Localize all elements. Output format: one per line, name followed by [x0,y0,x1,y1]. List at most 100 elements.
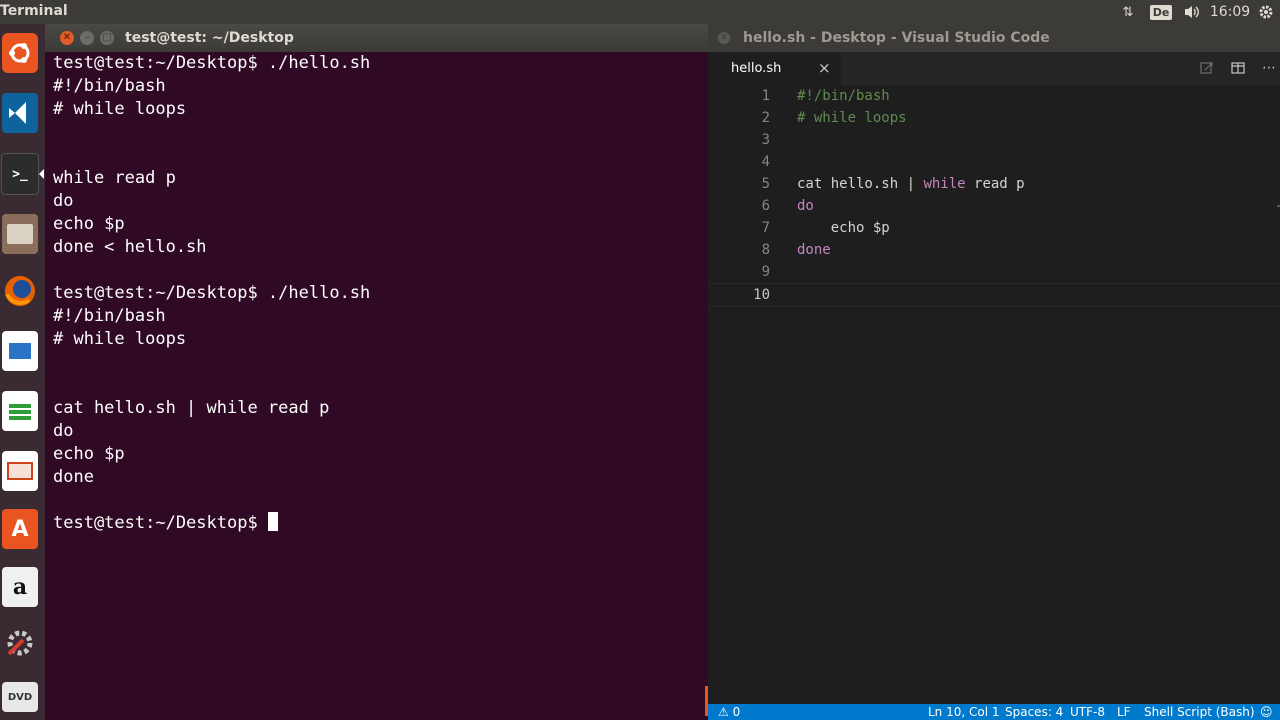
status-bar: ⚠ 0 Ln 10, Col 1 Spaces: 4 UTF-8 LF Shel… [708,704,1280,720]
terminal-line: cat hello.sh | while read p [53,398,330,418]
tab-close-icon[interactable]: × [818,59,831,77]
code-line: 5 cat hello.sh | while read p [708,173,1280,195]
tab-hello-sh[interactable]: hello.sh × [708,52,841,85]
settings-gear-icon[interactable] [1256,0,1276,24]
cursor-position[interactable]: Ln 10, Col 1 [928,705,1000,719]
line-number: 1 [761,88,770,104]
terminal-line: test@test:~/Desktop$ ./hello.sh [53,53,371,73]
firefox-icon[interactable] [0,268,40,314]
text-cursor [267,512,278,531]
terminal-line: test@test:~/Desktop$ ./hello.sh [53,283,371,303]
terminal-line: do [53,421,74,441]
keyword-token: while [923,176,966,192]
terminal-line: # while loops [53,99,187,119]
close-icon[interactable]: ✕ [718,32,730,44]
terminal-line: #!/bin/bash [53,76,166,96]
dvd-icon[interactable]: DVD [0,674,40,720]
language-mode[interactable]: Shell Script (Bash) [1144,705,1255,719]
software-center-icon[interactable]: A [0,506,40,552]
vscode-icon[interactable] [0,90,40,136]
keyboard-layout-icon[interactable]: De [1149,0,1173,24]
line-number: 7 [761,220,770,236]
maximize-icon[interactable]: □ [100,31,114,45]
code-line: 6 do [708,195,1280,217]
code-line: 4 [708,151,1280,173]
tab-label: hello.sh [731,61,782,76]
line-number: 8 [761,242,770,258]
amazon-icon[interactable]: a [0,564,40,610]
indentation-setting[interactable]: Spaces: 4 [1005,705,1063,719]
code-text: # while loops [797,110,907,126]
minimize-icon[interactable]: – [80,31,94,45]
ubuntu-dash-icon[interactable] [0,30,40,76]
editor-tabbar: hello.sh × ⋯ [708,52,1280,85]
line-number: 4 [761,154,770,170]
code-line: 8 done [708,239,1280,261]
current-code-line: 10 [708,283,1280,307]
terminal-prompt-line[interactable]: test@test:~/Desktop$ [53,512,703,535]
vscode-window[interactable]: ✕ hello.sh - Desktop - Visual Studio Cod… [708,24,1280,720]
file-encoding[interactable]: UTF-8 [1070,705,1105,719]
files-icon[interactable] [0,211,40,257]
code-line: 7 echo $p [708,217,1280,239]
code-editor[interactable]: 1 #!/bin/bash 2 # while loops 3 4 5 cat … [708,85,1280,712]
terminal-window[interactable]: ✕ – □ test@test: ~/Desktop test@test:~/D… [45,24,708,720]
terminal-line: echo $p [53,214,125,234]
open-changes-icon[interactable] [1197,58,1217,78]
terminal-line: while read p [53,168,176,188]
system-settings-icon[interactable] [0,620,40,666]
code-text: echo $p [797,220,890,236]
line-number: 6 [761,198,770,214]
terminal-prompt: test@test:~/Desktop$ [53,513,268,533]
code-line: 3 [708,129,1280,151]
launcher: >_ A a DVD [0,24,46,720]
close-icon[interactable]: ✕ [60,31,74,45]
problems-indicator[interactable]: ⚠ 0 [718,705,740,719]
libreoffice-calc-icon[interactable] [0,388,40,434]
libreoffice-impress-icon[interactable] [0,448,40,494]
code-text: done [797,242,831,258]
active-indicator-icon [39,169,44,179]
terminal-line: echo $p [53,444,125,464]
active-app-title: Terminal [0,3,68,19]
top-panel: Terminal ⇅ De 16:09 [0,0,1280,24]
terminal-line: done < hello.sh [53,237,207,257]
vscode-titlebar[interactable]: ✕ hello.sh - Desktop - Visual Studio Cod… [708,24,1280,52]
code-line: 1 #!/bin/bash [708,85,1280,107]
terminal-line: done [53,467,94,487]
terminal-title: test@test: ~/Desktop [125,30,294,46]
code-text: do [797,198,814,214]
vscode-title: hello.sh - Desktop - Visual Studio Code [743,30,1050,46]
feedback-smiley-icon[interactable]: ☺ [1260,705,1273,719]
code-text: cat hello.sh | while read p [797,173,1025,195]
code-token: read p [965,176,1025,192]
terminal-launcher-icon[interactable]: >_ [0,151,44,197]
line-number: 10 [753,287,770,303]
split-editor-icon[interactable] [1228,58,1248,78]
libreoffice-writer-icon[interactable] [0,328,40,374]
code-text: #!/bin/bash [797,88,890,104]
clock[interactable]: 16:09 [1208,0,1252,24]
line-number: 5 [761,176,770,192]
terminal-titlebar[interactable]: ✕ – □ test@test: ~/Desktop [45,24,708,52]
line-number: 2 [761,110,770,126]
code-token: cat hello.sh | [797,176,924,192]
network-icon[interactable]: ⇅ [1116,0,1140,24]
line-number: 9 [761,264,770,280]
more-actions-icon[interactable]: ⋯ [1259,58,1279,78]
end-of-line[interactable]: LF [1117,705,1131,719]
keyboard-layout-label: De [1149,4,1173,20]
line-number: 3 [761,132,770,148]
terminal-output[interactable]: test@test:~/Desktop$ ./hello.sh #!/bin/b… [53,52,703,712]
terminal-line: do [53,191,74,211]
terminal-line: #!/bin/bash [53,306,166,326]
code-line: 2 # while loops [708,107,1280,129]
volume-icon[interactable] [1180,0,1204,24]
code-line: 9 [708,261,1280,283]
